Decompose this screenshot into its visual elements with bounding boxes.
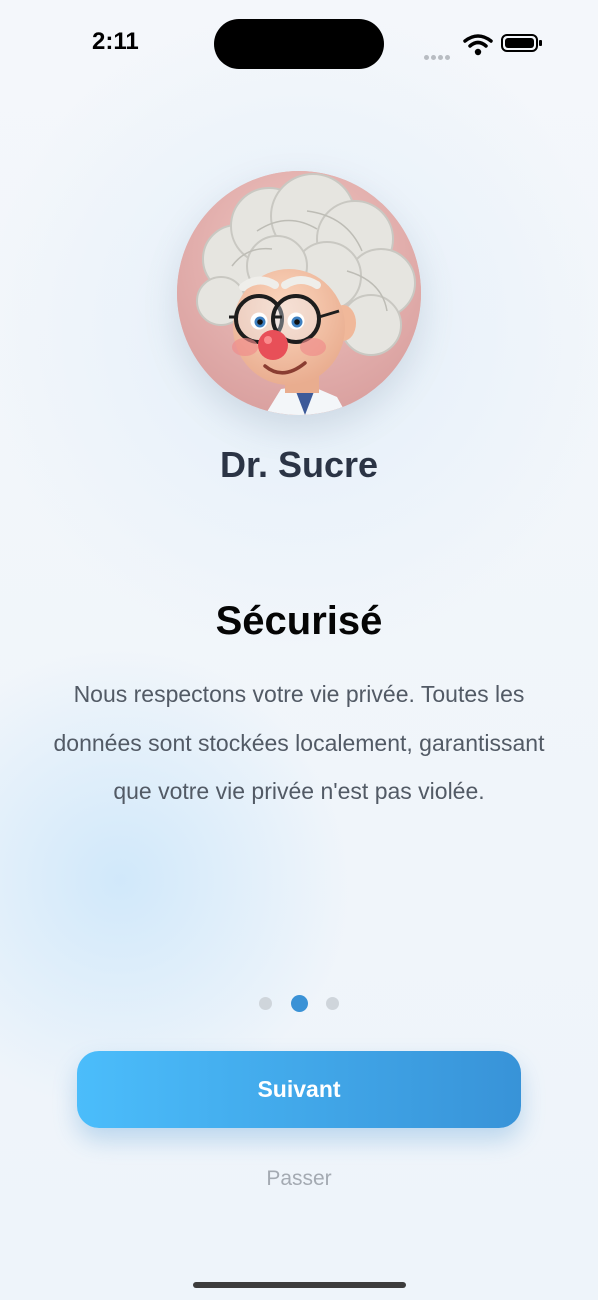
- status-bar: 2:11: [0, 0, 598, 90]
- page-dot-3[interactable]: [325, 997, 339, 1011]
- wifi-icon: [463, 32, 493, 56]
- page-indicator: [0, 995, 598, 1013]
- dynamic-island: [214, 19, 384, 69]
- page-dot-2-active[interactable]: [290, 995, 308, 1013]
- page-dot-1[interactable]: [259, 997, 273, 1011]
- status-time: 2:11: [92, 28, 139, 55]
- cellular-signal-icon: [424, 47, 454, 60]
- avatar-name: Dr. Sucre: [219, 444, 379, 485]
- slide-title: Sécurisé: [215, 599, 383, 643]
- battery-icon: [501, 33, 543, 53]
- skip-link[interactable]: Passer: [0, 1167, 598, 1191]
- doctor-avatar: [177, 171, 421, 415]
- home-indicator: [193, 1282, 406, 1288]
- slide-description: Nous respectons votre vie privée. Toutes…: [53, 681, 545, 804]
- doctor-avatar-illustration-icon: [177, 171, 421, 415]
- next-button[interactable]: Suivant: [77, 1051, 521, 1128]
